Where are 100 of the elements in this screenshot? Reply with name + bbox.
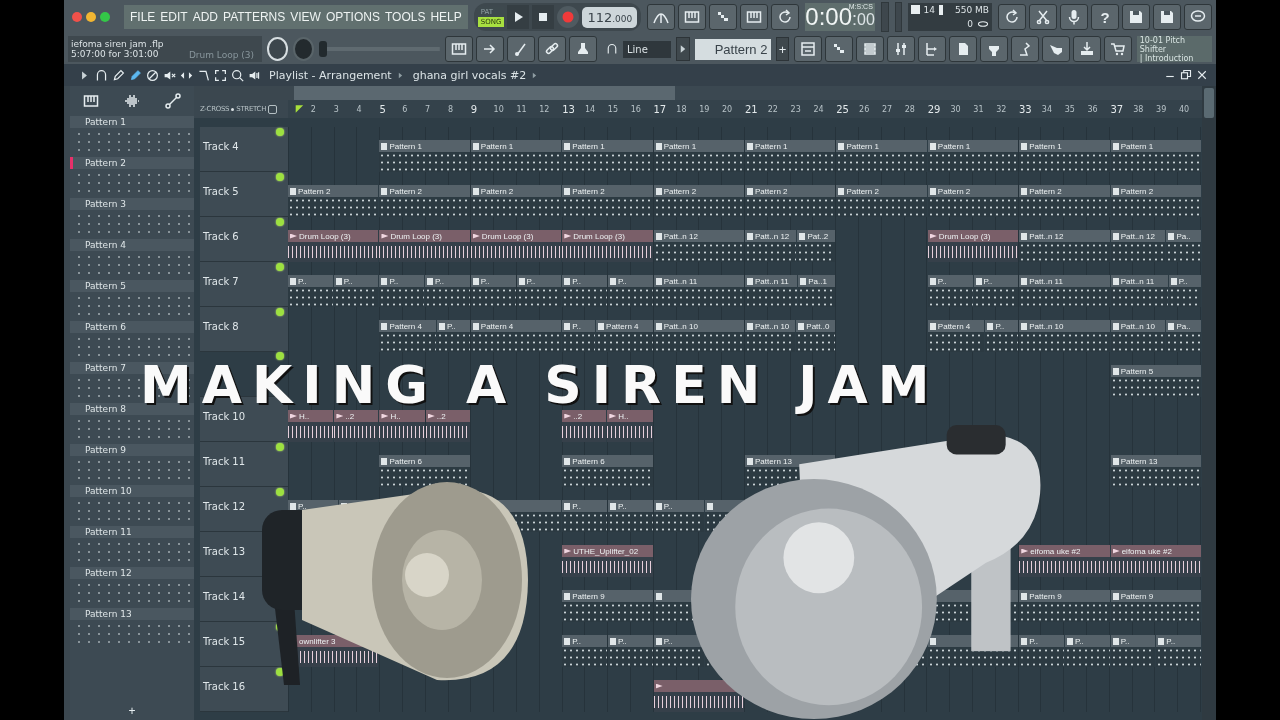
pattern-selector[interactable]: Pattern 2 bbox=[694, 38, 772, 60]
pattern-item[interactable]: Pattern 10 bbox=[70, 485, 194, 497]
audio-clip[interactable] bbox=[653, 680, 745, 712]
pattern-item[interactable]: Pattern 6 bbox=[70, 321, 194, 333]
download-button[interactable] bbox=[1072, 36, 1101, 62]
track-header[interactable]: Track 8 bbox=[200, 307, 288, 352]
curve-button[interactable] bbox=[647, 4, 676, 30]
keyboard-button[interactable] bbox=[444, 36, 473, 62]
folder-tree-button[interactable] bbox=[917, 36, 946, 62]
pattern-item[interactable]: Pattern 3 bbox=[70, 198, 194, 210]
pattern-item[interactable]: Pattern 2 bbox=[70, 157, 194, 169]
pencil-icon[interactable] bbox=[112, 68, 125, 82]
track-header[interactable]: Track 7 bbox=[200, 262, 288, 307]
track-enable-led[interactable] bbox=[276, 263, 284, 271]
plug-button[interactable] bbox=[979, 36, 1008, 62]
display-panel bbox=[880, 2, 889, 32]
save-icon bbox=[1128, 9, 1144, 25]
refresh-button[interactable] bbox=[998, 4, 1026, 30]
track-enable-led[interactable] bbox=[276, 308, 284, 316]
pattern-item[interactable]: Pattern 8 bbox=[70, 403, 194, 415]
slice-icon[interactable] bbox=[197, 68, 210, 82]
menu-item[interactable]: ADD bbox=[192, 10, 219, 24]
steps-button[interactable] bbox=[709, 4, 738, 30]
save-button[interactable] bbox=[1122, 4, 1150, 30]
refresh-icon bbox=[1004, 9, 1020, 25]
breadcrumb-item[interactable]: ghana girl vocals #2 bbox=[412, 68, 527, 82]
list-icon bbox=[861, 41, 878, 57]
steps-button[interactable] bbox=[824, 36, 853, 62]
save-button[interactable] bbox=[1153, 4, 1181, 30]
chat-button[interactable] bbox=[1184, 4, 1212, 30]
cart-icon bbox=[1109, 41, 1126, 57]
loop-icon bbox=[777, 9, 794, 25]
menu-item[interactable]: PATTERNS bbox=[223, 10, 286, 24]
automation-icon[interactable] bbox=[165, 93, 182, 109]
document-button[interactable] bbox=[948, 36, 977, 62]
microphone-button[interactable] bbox=[1060, 4, 1088, 30]
brush-button[interactable] bbox=[506, 36, 535, 62]
scissors-icon bbox=[1035, 9, 1051, 25]
cpu-indicator bbox=[910, 5, 920, 14]
track-header[interactable]: Track 4 bbox=[200, 127, 288, 172]
scrollbar[interactable] bbox=[1202, 86, 1216, 720]
track-enable-led[interactable] bbox=[276, 173, 284, 181]
pattern-arrow-button[interactable] bbox=[675, 37, 690, 61]
track-header[interactable]: Track 16 bbox=[200, 667, 288, 712]
cart-button[interactable] bbox=[1103, 36, 1132, 62]
close-icon[interactable] bbox=[1196, 69, 1208, 81]
tempo-field[interactable]: 112.000 bbox=[582, 6, 638, 28]
play-button[interactable] bbox=[507, 5, 530, 29]
arrow-right-button[interactable] bbox=[475, 36, 504, 62]
pattern-item[interactable]: Pattern 4 bbox=[70, 239, 194, 251]
help-button[interactable]: ? bbox=[1091, 4, 1119, 30]
track-enable-led[interactable] bbox=[276, 128, 284, 136]
snap-dropdown[interactable]: Line bbox=[622, 40, 671, 58]
pattern-item[interactable]: Pattern 5 bbox=[70, 280, 194, 292]
scissors-button[interactable] bbox=[1029, 4, 1057, 30]
menu-item[interactable]: EDIT bbox=[160, 10, 188, 24]
pattern-item[interactable]: Pattern 13 bbox=[70, 608, 194, 620]
menu-item[interactable]: HELP bbox=[430, 10, 462, 24]
zoom-icon[interactable] bbox=[231, 68, 244, 82]
pattern-item[interactable]: Pattern 9 bbox=[70, 444, 194, 456]
menu-item[interactable]: VIEW bbox=[290, 10, 321, 24]
track-header[interactable]: Track 6 bbox=[200, 217, 288, 262]
zoom-light[interactable] bbox=[100, 12, 110, 22]
magnet-icon[interactable] bbox=[95, 68, 108, 82]
add-pattern-button[interactable]: + bbox=[122, 704, 142, 720]
menu-item[interactable]: TOOLS bbox=[384, 10, 426, 24]
track-enable-led[interactable] bbox=[276, 218, 284, 226]
playlist-title: Playlist - Arrangement bbox=[269, 68, 392, 82]
pattern-item[interactable]: Pattern 12 bbox=[70, 567, 194, 579]
meter-bar bbox=[939, 4, 943, 15]
bar-ruler[interactable]: 2 3 4 5 6 7 8 9 10 11 12 13 14 15 16 17 18 19 20 21 22 23 24 25 26 27 28 29 30 31 32 33 34 35 36 37 38 39 40 bbox=[288, 100, 1202, 118]
keyboard-icon bbox=[450, 41, 467, 57]
pattern-item[interactable]: Pattern 1 bbox=[70, 116, 194, 128]
minimize-light[interactable] bbox=[86, 12, 96, 22]
sliders-button[interactable] bbox=[886, 36, 915, 62]
track-header[interactable]: Track 11 bbox=[200, 442, 288, 487]
track-enable-led[interactable] bbox=[276, 488, 284, 496]
link-button[interactable] bbox=[537, 36, 566, 62]
loop-button[interactable] bbox=[771, 4, 800, 30]
select-icon[interactable] bbox=[214, 68, 227, 82]
keyboard-button[interactable] bbox=[678, 4, 707, 30]
window-button[interactable] bbox=[793, 36, 822, 62]
song-info-panel: iefoma siren jam .flp 5:07:00 for 3:01:00 Drum Loop (3) bbox=[68, 36, 263, 62]
track-enable-led[interactable] bbox=[276, 443, 284, 451]
brush-icon[interactable] bbox=[129, 68, 142, 82]
ban-icon[interactable] bbox=[146, 68, 159, 82]
stop-button[interactable] bbox=[532, 5, 555, 29]
track-enable-led[interactable] bbox=[276, 352, 284, 360]
chat-icon bbox=[1190, 9, 1206, 25]
keyboard-button[interactable] bbox=[740, 4, 769, 30]
restore-icon[interactable] bbox=[1180, 69, 1192, 81]
menu-item[interactable]: FILE bbox=[130, 10, 156, 24]
track-header[interactable]: Track 5 bbox=[200, 172, 288, 217]
volume-knob[interactable] bbox=[267, 37, 289, 61]
menu-item[interactable]: OPTIONS bbox=[325, 10, 380, 24]
list-button[interactable] bbox=[855, 36, 884, 62]
keyboard-icon[interactable] bbox=[82, 93, 99, 109]
slider-thumb[interactable] bbox=[319, 41, 328, 57]
add-pattern-button[interactable]: + bbox=[776, 37, 789, 61]
pattern-item[interactable]: Pattern 11 bbox=[70, 526, 194, 538]
